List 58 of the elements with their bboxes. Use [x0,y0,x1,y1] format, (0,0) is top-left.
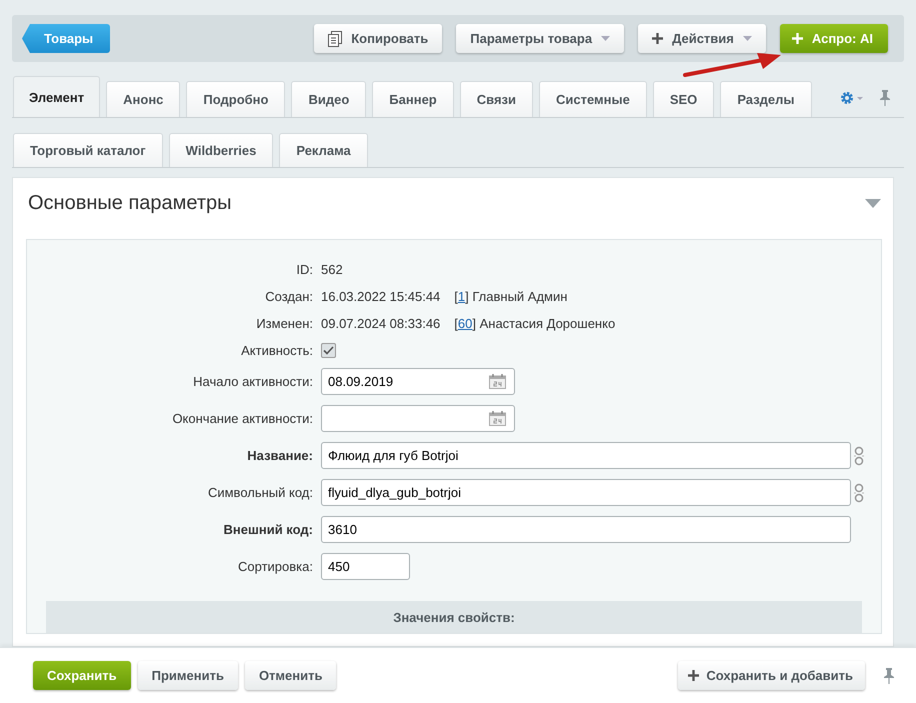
field-label: Название: [246,448,313,463]
field-value: 16.03.2022 15:45:44 [321,288,440,304]
field-label: Внешний код: [222,522,313,537]
field-label: Создан: [264,288,313,304]
section-title: Основные параметры [28,192,232,214]
calendar-icon[interactable] [489,374,506,389]
field-label: Активность: [240,342,313,358]
date-field[interactable] [321,405,515,432]
toolbar-button[interactable]: Копировать [314,24,442,53]
toolbar-button[interactable]: Действия [638,24,766,53]
field-label: Окончание активности: [171,411,313,426]
calendar-icon[interactable] [489,411,506,426]
field-label: ID: [295,262,313,276]
user-link[interactable]: 60 [458,316,472,330]
save-add-button[interactable]: Сохранить и добавить [678,661,865,690]
user-link[interactable]: 1 [458,288,466,304]
author-text: [1] Главный Админ [454,288,568,304]
link-icon[interactable] [853,482,865,504]
tab[interactable]: Видео [291,81,366,117]
footer-button[interactable]: Отменить [244,661,336,690]
pin-icon[interactable] [880,90,890,106]
tab[interactable]: Wildberries [168,133,274,167]
text-field[interactable]: flyuid_dlya_gub_botrjoi [321,479,851,506]
checkbox[interactable] [321,342,336,358]
caret-icon [742,36,752,41]
footer-button[interactable]: Применить [138,661,238,690]
author-text: [60] Анастасия Дорошенко [454,316,616,330]
tab[interactable]: SEO [652,81,714,117]
tab[interactable]: Системные [539,81,647,117]
tab[interactable]: Разделы [720,81,812,117]
pin-icon[interactable] [884,668,894,684]
text-field[interactable]: 450 [321,553,410,580]
date-field[interactable]: 08.09.2019 [321,368,515,395]
tab[interactable]: Подробно [186,81,286,117]
field-value: 562 [321,262,343,276]
caret-icon [601,36,610,41]
collapse-icon[interactable] [865,198,881,208]
copy-icon [328,30,342,46]
field-label: Начало активности: [192,374,313,389]
tab[interactable]: Элемент [13,76,100,117]
tab[interactable]: Баннер [372,81,454,117]
field-label: Изменен: [255,316,313,330]
tab[interactable]: Торговый каталог [13,133,163,167]
link-icon[interactable] [853,444,865,466]
settings-icon[interactable] [840,91,864,105]
tab[interactable]: Анонс [106,81,180,117]
tab[interactable]: Связи [460,81,533,117]
text-field[interactable]: 3610 [321,516,851,543]
field-label: Символьный код: [206,485,313,500]
tab[interactable]: Реклама [279,133,368,167]
toolbar-button[interactable]: Параметры товара [456,24,624,53]
field-label: Сортировка: [237,559,313,574]
plus-icon [792,33,803,44]
plus-icon [652,33,664,44]
text-field[interactable]: Флюид для губ Botrjoi [321,442,851,469]
subsection-heading: Значения свойств: [46,601,862,633]
plus-icon [688,670,700,681]
field-value: 09.07.2024 08:33:46 [321,316,440,330]
